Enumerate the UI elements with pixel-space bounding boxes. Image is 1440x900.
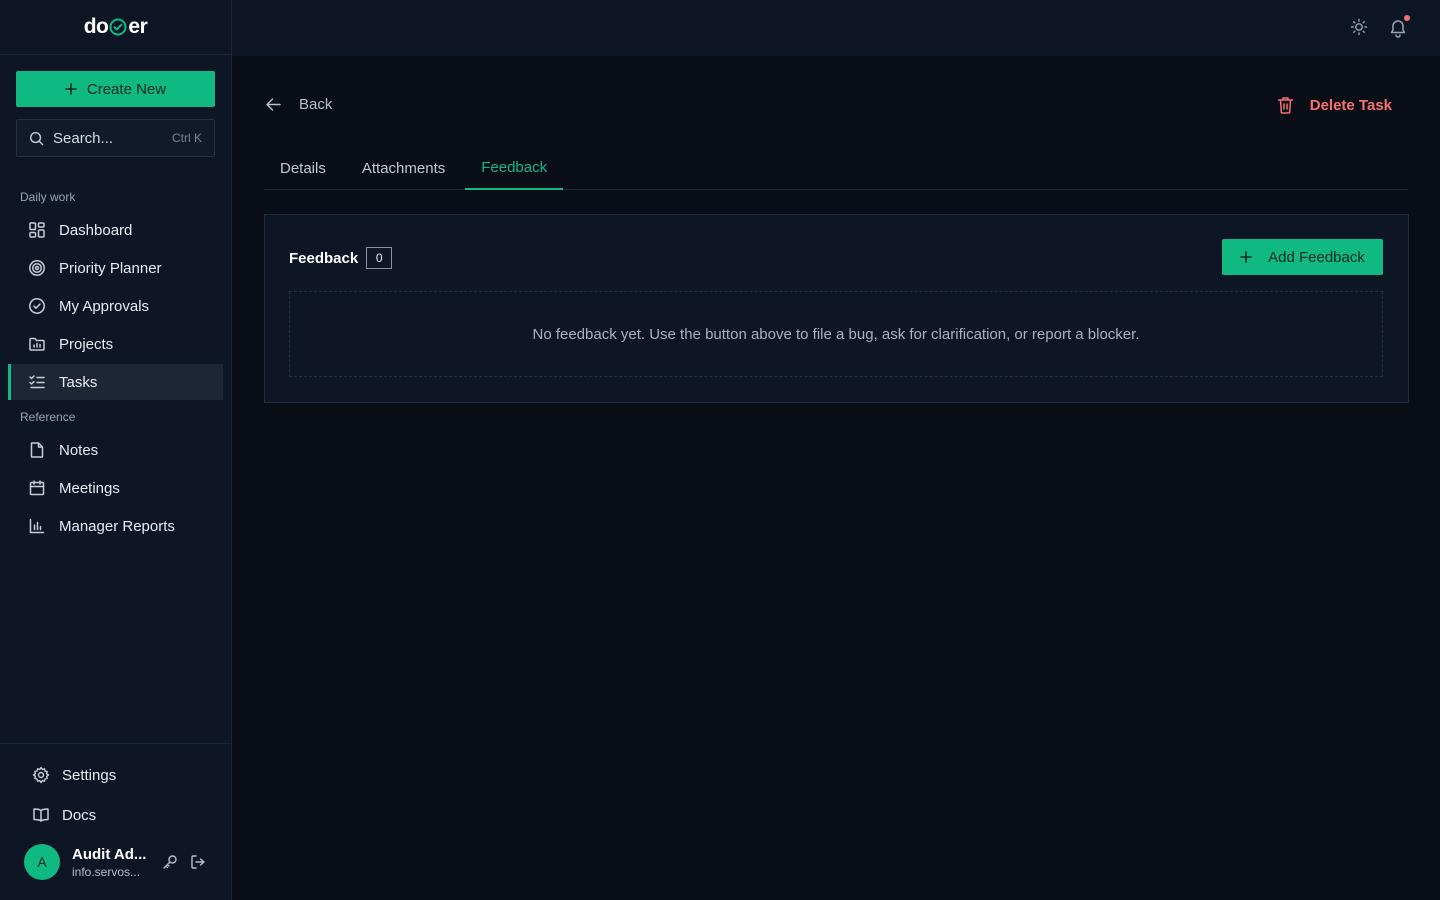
sidebar: do er Create New Search... Ctrl K Daily … (0, 0, 232, 900)
user-email: info.servos... (72, 864, 141, 879)
plus-icon (65, 83, 77, 95)
back-button[interactable]: Back (265, 96, 332, 113)
arrow-left-icon (265, 96, 282, 113)
calendar-icon (28, 479, 46, 497)
avatar[interactable]: A (24, 844, 60, 880)
feedback-panel: Feedback 0 Add Feedback No feedback yet.… (264, 214, 1409, 403)
delete-task-button[interactable]: Delete Task (1277, 96, 1392, 114)
sidebar-item-manager-reports[interactable]: Manager Reports (8, 508, 223, 544)
sidebar-item-my-approvals[interactable]: My Approvals (8, 288, 223, 324)
docs-link[interactable]: Docs (32, 806, 96, 824)
sidebar-item-label: Notes (59, 441, 99, 459)
feedback-empty-state: No feedback yet. Use the button above to… (289, 291, 1383, 377)
logout-icon[interactable] (190, 854, 206, 870)
user-info: Audit Ad... info.servos... (72, 846, 150, 879)
search-shortcut: Ctrl K (172, 131, 202, 145)
app-logo[interactable]: do er (84, 15, 148, 39)
feedback-count-badge: 0 (366, 247, 393, 269)
user-name: Audit Ad... (72, 845, 147, 863)
settings-label: Settings (62, 766, 117, 784)
add-feedback-label: Add Feedback (1268, 248, 1365, 266)
tab-feedback[interactable]: Feedback (465, 146, 564, 190)
settings-link[interactable]: Settings (32, 766, 116, 784)
section-label-daily-work: Daily work (20, 190, 76, 204)
search-placeholder: Search... (53, 129, 114, 147)
user-profile: A Audit Ad... info.servos... (24, 844, 206, 880)
sidebar-item-label: Meetings (59, 479, 120, 497)
target-icon (28, 259, 46, 277)
sidebar-item-tasks[interactable]: Tasks (8, 364, 223, 400)
create-new-button[interactable]: Create New (16, 71, 215, 107)
tab-details[interactable]: Details (264, 146, 342, 190)
back-label: Back (299, 96, 333, 113)
sidebar-item-label: Dashboard (59, 221, 133, 239)
sidebar-footer: Settings Docs A Audit Ad... info.servos.… (0, 743, 231, 900)
sidebar-item-notes[interactable]: Notes (8, 432, 223, 468)
folder-chart-icon (28, 335, 46, 353)
plus-icon (1240, 251, 1252, 263)
logo-text-right: er (128, 15, 148, 38)
sidebar-item-projects[interactable]: Projects (8, 326, 223, 362)
top-bar (232, 0, 1440, 56)
sidebar-item-label: Projects (59, 335, 114, 353)
sun-icon[interactable] (1350, 18, 1368, 36)
delete-task-label: Delete Task (1309, 96, 1392, 114)
logo-check-icon (109, 18, 127, 36)
file-icon (28, 441, 46, 459)
trash-icon (1277, 96, 1294, 114)
create-new-label: Create New (86, 80, 167, 98)
feedback-header: Feedback 0 (289, 247, 393, 269)
sidebar-item-label: Tasks (59, 373, 98, 391)
notification-dot (1404, 15, 1410, 21)
gear-icon (32, 766, 50, 784)
docs-label: Docs (62, 806, 97, 824)
feedback-title: Feedback (289, 249, 359, 267)
check-circle-icon (28, 297, 46, 315)
tab-attachments[interactable]: Attachments (346, 146, 461, 190)
book-icon (32, 806, 50, 824)
add-feedback-button[interactable]: Add Feedback (1222, 239, 1383, 275)
empty-state-message: No feedback yet. Use the button above to… (532, 325, 1140, 343)
sidebar-item-priority-planner[interactable]: Priority Planner (8, 250, 223, 286)
logo-bar: do er (0, 0, 231, 55)
search-icon (29, 131, 44, 146)
list-check-icon (28, 373, 46, 391)
sidebar-item-label: Manager Reports (59, 517, 175, 535)
bar-chart-icon (28, 517, 46, 535)
dashboard-icon (28, 221, 46, 239)
bell-icon[interactable] (1388, 15, 1410, 38)
sidebar-item-dashboard[interactable]: Dashboard (8, 212, 223, 248)
logo-text-left: do (83, 15, 109, 38)
sidebar-item-meetings[interactable]: Meetings (8, 470, 223, 506)
section-label-reference: Reference (20, 410, 76, 424)
task-tabs: Details Attachments Feedback (264, 146, 1408, 190)
sidebar-item-label: My Approvals (59, 297, 150, 315)
sidebar-item-label: Priority Planner (59, 259, 162, 277)
user-actions (162, 854, 206, 870)
key-icon[interactable] (162, 854, 178, 870)
search-input[interactable]: Search... Ctrl K (16, 119, 215, 157)
